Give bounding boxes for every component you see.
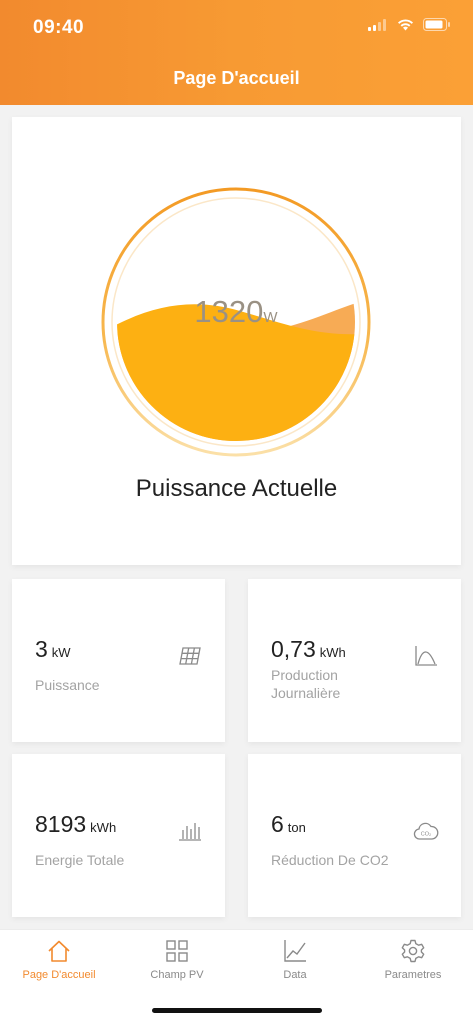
stat-number: 6 (271, 811, 284, 837)
line-chart-icon (284, 940, 306, 962)
stat-label-line1: Production (271, 667, 338, 683)
power-label: Puissance Actuelle (135, 475, 338, 502)
stat-unit: kWh (90, 820, 117, 835)
svg-text:CO₂: CO₂ (421, 832, 431, 838)
signal-icon (368, 18, 386, 31)
stat-unit: kW (51, 645, 71, 660)
stat-label: Energie Totale (35, 852, 125, 868)
tab-parametres[interactable]: Parametres (354, 938, 472, 981)
stat-label: Puissance (35, 677, 100, 693)
stat-card-puissance[interactable]: 3 kW Puissance (12, 579, 225, 742)
stat-unit: kWh (319, 645, 346, 660)
page-title: Page D'accueil (173, 68, 300, 88)
home-screen: 09:40 Page D'accueil 1320W Puissance Act… (0, 0, 473, 1024)
solar-panel-icon (179, 647, 201, 665)
tab-label: Page D'accueil (22, 969, 96, 981)
stat-number: 8193 (35, 811, 87, 837)
battery-icon (423, 18, 450, 31)
gear-icon (401, 939, 425, 963)
tab-label: Parametres (384, 969, 442, 981)
stat-value: 8193 kWh (35, 811, 116, 838)
stat-value: 6 ton (271, 811, 306, 838)
app-header: 09:40 Page D'accueil (0, 0, 473, 105)
stat-number: 0,73 (271, 636, 316, 662)
stat-label: Production Journalière (271, 666, 340, 702)
tab-label: Champ PV (150, 969, 204, 981)
tab-data[interactable]: Data (236, 938, 354, 981)
power-value: 1320W (100, 294, 372, 330)
home-icon (48, 940, 70, 962)
wifi-icon (398, 18, 413, 30)
bar-chart-icon (179, 823, 201, 841)
stat-value: 0,73 kWh (271, 636, 346, 663)
production-curve-icon (415, 646, 437, 666)
status-icons (368, 18, 451, 31)
grid-icon (166, 940, 188, 962)
tab-home[interactable]: Page D'accueil (0, 938, 118, 981)
stat-card-production[interactable]: 0,73 kWh Production Journalière (248, 579, 461, 742)
status-time: 09:40 (33, 17, 85, 38)
stat-value: 3 kW (35, 636, 71, 663)
stat-label: Réduction De CO2 (271, 852, 389, 868)
power-gauge: 1320W (100, 186, 372, 458)
home-indicator[interactable] (152, 1008, 322, 1013)
stat-card-energie[interactable]: 8193 kWh Energie Totale (12, 754, 225, 917)
tab-champ-pv[interactable]: Champ PV (118, 938, 236, 981)
tab-label: Data (283, 969, 307, 981)
stat-card-co2[interactable]: 6 ton Réduction De CO2 CO₂ (248, 754, 461, 917)
current-power-card[interactable]: 1320W Puissance Actuelle (12, 117, 461, 565)
stat-number: 3 (35, 636, 48, 662)
power-unit: W (263, 309, 278, 326)
stat-label-line2: Journalière (271, 685, 341, 701)
co2-cloud-icon: CO₂ (413, 822, 439, 840)
stat-unit: ton (287, 820, 306, 835)
power-number: 1320 (194, 294, 264, 329)
